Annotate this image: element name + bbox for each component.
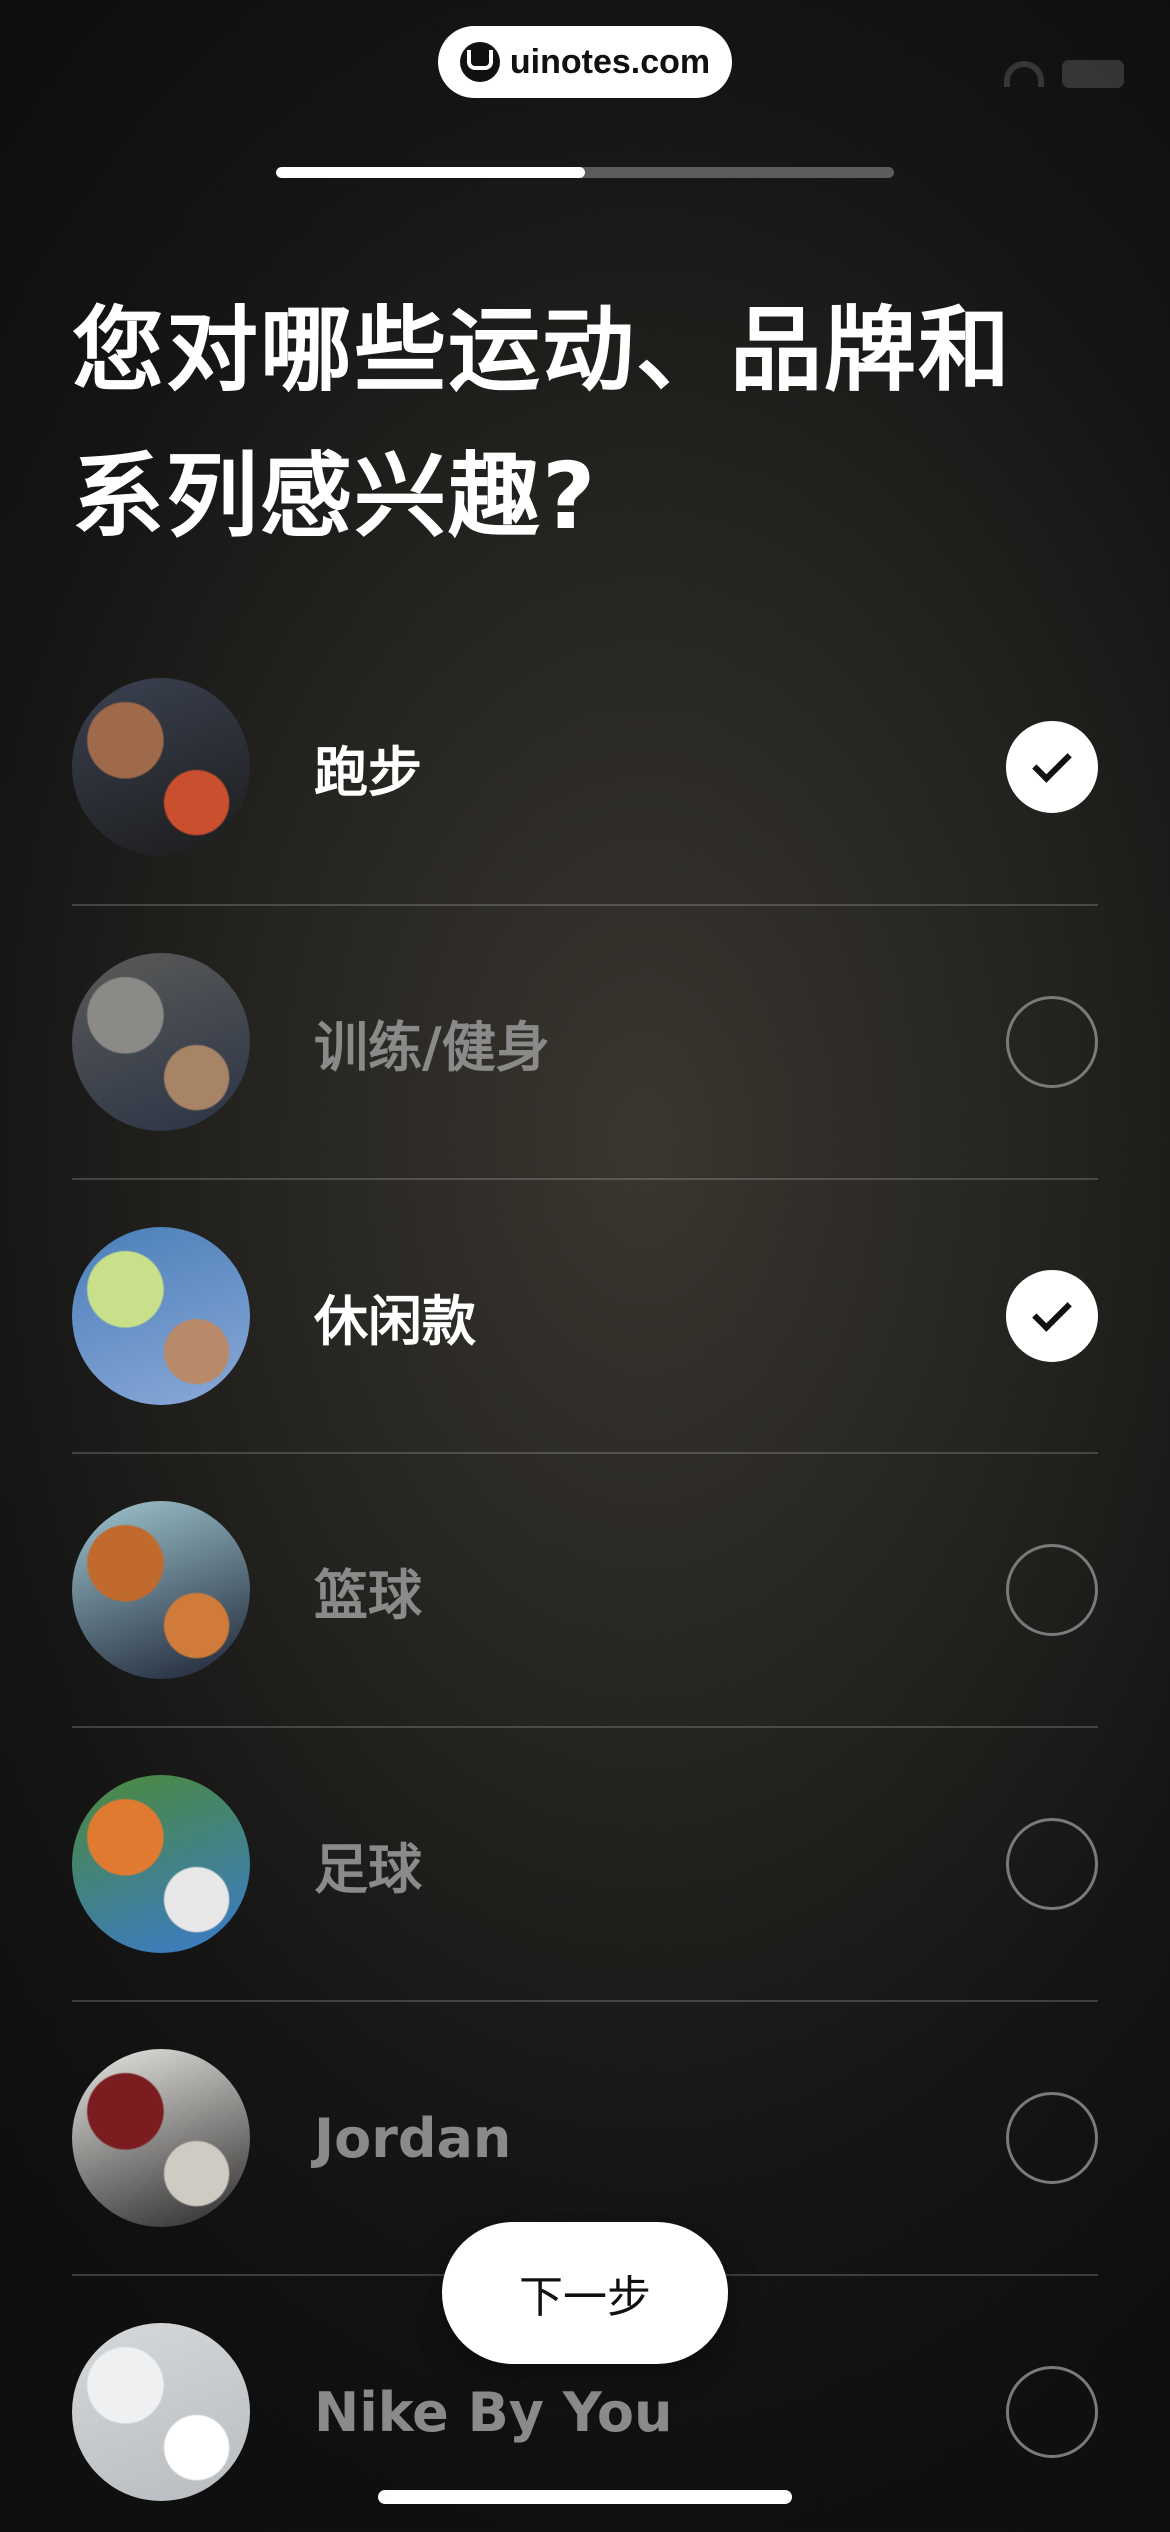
interest-photo <box>72 1227 250 1405</box>
interest-photo <box>72 1775 250 1953</box>
interest-label: 训练/健身 <box>314 1015 550 1079</box>
interest-label: Nike By You <box>314 2380 673 2444</box>
checked-circle-icon[interactable] <box>1006 1270 1098 1362</box>
interest-photo <box>72 953 250 1131</box>
interest-label: 足球 <box>314 1837 422 1901</box>
interest-label: 休闲款 <box>314 1289 476 1353</box>
checkmark-icon <box>1032 743 1072 783</box>
battery-icon <box>1062 60 1124 88</box>
checkmark-icon <box>1032 1292 1072 1332</box>
wifi-icon <box>1004 61 1044 87</box>
interest-row[interactable]: 篮球 <box>72 1452 1098 1726</box>
onboarding-progress-bar <box>276 167 894 178</box>
interest-photo <box>72 2049 250 2227</box>
page-title: 您对哪些运动、品牌和系列感兴趣? <box>72 297 1013 550</box>
unchecked-circle-icon[interactable] <box>1006 996 1098 1088</box>
unchecked-circle-icon[interactable] <box>1006 2366 1098 2458</box>
interest-label: 篮球 <box>314 1563 422 1627</box>
interest-row[interactable]: 足球 <box>72 1726 1098 2000</box>
interest-row[interactable]: 跑步 <box>72 630 1098 904</box>
interest-photo <box>72 678 250 856</box>
interest-label: 跑步 <box>314 740 422 804</box>
checked-circle-icon[interactable] <box>1006 721 1098 813</box>
interest-row[interactable]: 休闲款 <box>72 1178 1098 1452</box>
unchecked-circle-icon[interactable] <box>1006 1544 1098 1636</box>
watermark-text: uinotes.com <box>509 42 711 81</box>
status-icons <box>1004 60 1124 88</box>
watermark-badge: uinotes.com <box>438 26 732 98</box>
unchecked-circle-icon[interactable] <box>1006 1818 1098 1910</box>
home-indicator <box>378 2490 792 2504</box>
uinotes-logo-icon <box>459 42 500 82</box>
progress-fill <box>276 167 585 178</box>
next-button[interactable]: 下一步 <box>442 2222 728 2364</box>
status-bar: uinotes.com <box>0 0 1170 140</box>
interest-photo <box>72 1501 250 1679</box>
unchecked-circle-icon[interactable] <box>1006 2092 1098 2184</box>
interest-photo <box>72 2323 250 2501</box>
interest-row[interactable]: 训练/健身 <box>72 904 1098 1178</box>
interest-label: Jordan <box>314 2106 512 2170</box>
